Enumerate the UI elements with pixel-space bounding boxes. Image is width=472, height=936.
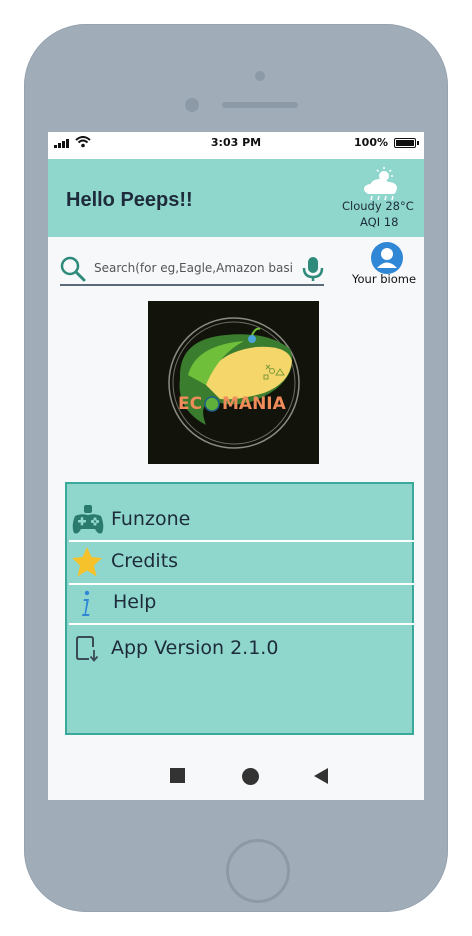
app-update-icon bbox=[76, 636, 99, 662]
home-nav-button[interactable] bbox=[242, 768, 259, 785]
weather-readout: Cloudy 28°C bbox=[342, 199, 414, 213]
biome-avatar-button[interactable] bbox=[371, 242, 403, 274]
user-icon bbox=[377, 248, 397, 268]
back-icon[interactable] bbox=[313, 767, 329, 785]
svg-text:MANIA: MANIA bbox=[222, 394, 287, 414]
weather-temperature: 28°C bbox=[385, 199, 414, 213]
battery-icon bbox=[394, 138, 419, 148]
biome-label[interactable]: Your biome bbox=[352, 272, 416, 286]
search-icon[interactable] bbox=[60, 256, 86, 282]
menu-item-credits[interactable]: Credits bbox=[67, 542, 412, 582]
menu-divider bbox=[69, 623, 414, 625]
greeting-title: Hello Peeps!! bbox=[66, 189, 193, 211]
app-header: Hello Peeps!! Cloudy 28°C AQI 18 bbox=[48, 159, 424, 237]
app-screen: 3:03 PM 100% Hello Peeps!! Cloudy 28°C A… bbox=[48, 132, 424, 800]
menu-item-help[interactable]: Help bbox=[67, 583, 412, 623]
main-menu: Funzone Credits Help App Version 2.1.0 bbox=[65, 482, 414, 735]
status-bar: 3:03 PM 100% bbox=[48, 132, 424, 159]
front-camera bbox=[255, 71, 265, 81]
weather-condition: Cloudy bbox=[342, 199, 382, 213]
search-bar bbox=[60, 252, 324, 286]
svg-text:EC: EC bbox=[178, 394, 202, 414]
air-quality-index: AQI 18 bbox=[360, 215, 399, 229]
star-icon bbox=[72, 547, 102, 577]
menu-label-app-version: App Version 2.1.0 bbox=[111, 637, 279, 659]
battery-percentage: 100% bbox=[354, 136, 388, 149]
proximity-sensor bbox=[185, 98, 199, 112]
menu-label-funzone: Funzone bbox=[111, 508, 191, 530]
app-logo: EC MANIA bbox=[148, 301, 319, 464]
home-button[interactable] bbox=[226, 839, 290, 903]
eco-mania-logo-image: EC MANIA bbox=[168, 317, 300, 449]
menu-label-credits: Credits bbox=[111, 550, 179, 572]
earpiece-speaker bbox=[222, 102, 298, 108]
menu-item-app-version[interactable]: App Version 2.1.0 bbox=[67, 629, 412, 669]
system-navigation-bar bbox=[48, 752, 424, 800]
microphone-icon[interactable] bbox=[302, 256, 324, 282]
recent-apps-button[interactable] bbox=[170, 768, 185, 783]
search-input[interactable] bbox=[94, 258, 294, 278]
menu-label-help: Help bbox=[113, 591, 157, 613]
cloud-rain-sun-icon[interactable] bbox=[362, 167, 402, 201]
info-icon bbox=[82, 590, 90, 616]
menu-item-funzone[interactable]: Funzone bbox=[67, 500, 412, 540]
gamepad-icon bbox=[72, 505, 104, 534]
